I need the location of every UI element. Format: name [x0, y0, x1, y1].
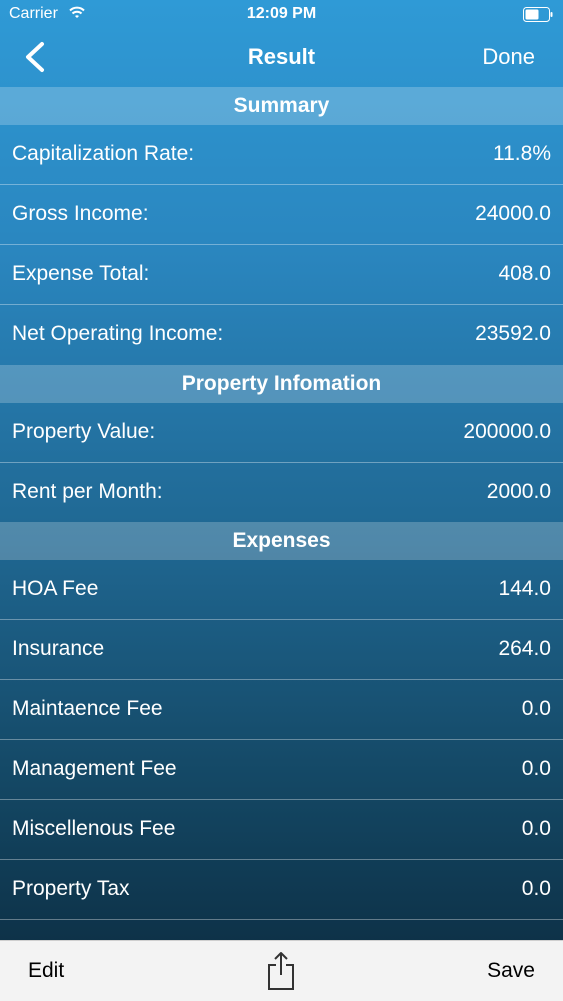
row-miscellaneous-fee: Miscellenous Fee 0.0	[0, 800, 563, 860]
row-label: Maintaence Fee	[12, 697, 163, 720]
row-net-operating-income: Net Operating Income: 23592.0	[0, 305, 563, 365]
battery-icon	[523, 7, 553, 22]
row-label: Management Fee	[12, 757, 177, 780]
row-management-fee: Management Fee 0.0	[0, 740, 563, 800]
section-header-property: Property Infomation	[0, 365, 563, 403]
row-rent-per-month: Rent per Month: 2000.0	[0, 463, 563, 523]
save-button[interactable]: Save	[487, 959, 535, 983]
row-value: 24000.0	[475, 202, 551, 225]
nav-bar: Result Done	[0, 30, 563, 87]
row-label: Rent per Month:	[12, 480, 163, 503]
done-button[interactable]: Done	[482, 44, 535, 70]
row-gross-income: Gross Income: 24000.0	[0, 185, 563, 245]
row-expense-total: Expense Total: 408.0	[0, 245, 563, 305]
row-label: Miscellenous Fee	[12, 817, 176, 840]
row-value: 0.0	[521, 697, 551, 720]
row-label: Insurance	[12, 637, 105, 660]
row-label: Capitalization Rate:	[12, 142, 195, 165]
row-value: 23592.0	[475, 322, 551, 345]
bottom-toolbar: Edit Save	[0, 940, 563, 1001]
row-capitalization-rate: Capitalization Rate: 11.8%	[0, 125, 563, 185]
row-label: Gross Income:	[12, 202, 149, 225]
row-value: 408.0	[498, 262, 551, 285]
section-header-expenses: Expenses	[0, 522, 563, 560]
row-label: Net Operating Income:	[12, 322, 224, 345]
row-maintenance-fee: Maintaence Fee 0.0	[0, 680, 563, 740]
row-value: 11.8%	[493, 142, 551, 165]
row-label: Property Value:	[12, 420, 156, 443]
row-hoa-fee: HOA Fee 144.0	[0, 560, 563, 620]
row-label: HOA Fee	[12, 577, 99, 600]
share-icon[interactable]	[266, 951, 296, 991]
row-label: Property Tax	[12, 877, 130, 900]
edit-button[interactable]: Edit	[28, 959, 64, 983]
row-property-value: Property Value: 200000.0	[0, 403, 563, 463]
row-value: 200000.0	[463, 420, 551, 443]
page-title: Result	[247, 44, 316, 69]
section-header-summary: Summary	[0, 87, 563, 125]
row-label: Expense Total:	[12, 262, 150, 285]
row-value: 0.0	[521, 757, 551, 780]
row-value: 2000.0	[486, 480, 551, 503]
row-property-tax: Property Tax 0.0	[0, 860, 563, 920]
status-time: 12:09 PM	[246, 5, 317, 22]
status-bar: Carrier 12:09 PM	[0, 0, 563, 30]
row-insurance: Insurance 264.0	[0, 620, 563, 680]
row-value: 0.0	[521, 817, 551, 840]
row-value: 0.0	[521, 877, 551, 900]
row-value: 264.0	[498, 637, 551, 660]
row-value: 144.0	[498, 577, 551, 600]
